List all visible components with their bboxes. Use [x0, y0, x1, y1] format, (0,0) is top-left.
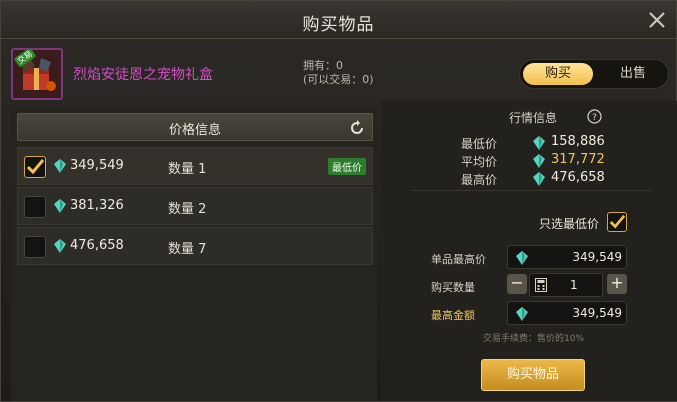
lowest-price-badge: 最低价: [328, 158, 366, 175]
max-unit-price-value: 349,549: [572, 250, 622, 264]
help-glyph: ?: [592, 113, 597, 123]
checkmark-icon: [26, 159, 45, 175]
min-price-value: 158,886: [551, 134, 605, 149]
max-price-value: 476,658: [551, 170, 605, 185]
gem-icon: [54, 159, 66, 173]
quantity-value: 1: [570, 278, 578, 292]
owned-info: 拥有：0 (可以交易：0): [303, 59, 374, 87]
checkmark-icon: [609, 214, 626, 229]
row-quantity: 数量 7: [168, 242, 207, 257]
row-price: 476,658: [70, 238, 124, 253]
gem-icon: [533, 136, 545, 150]
refresh-icon[interactable]: [348, 119, 366, 137]
row-checkbox[interactable]: [24, 156, 46, 178]
only-lowest-checkbox[interactable]: [607, 212, 627, 232]
max-unit-price-label: 单品最高价: [431, 253, 486, 266]
gem-icon: [533, 154, 545, 168]
price-info-panel: 价格信息 349,549 数量 1 最低价 381,326 数量 2 476,6…: [11, 107, 377, 401]
max-total-field: 349,549: [507, 301, 627, 325]
tradable-count: (可以交易：0): [303, 73, 374, 86]
fee-note: 交易手续费：售价的10%: [483, 334, 585, 344]
avg-price-label: 平均价: [461, 155, 498, 169]
gem-icon: [516, 307, 528, 321]
tab-sell[interactable]: 出售: [602, 63, 664, 85]
buy-item-button[interactable]: 购买物品: [481, 359, 585, 391]
close-icon[interactable]: [646, 9, 668, 31]
price-row[interactable]: 476,658 数量 7: [17, 227, 373, 265]
row-price: 349,549: [70, 158, 124, 173]
row-quantity: 数量 2: [168, 202, 207, 217]
buy-item-window: 购买物品 交易 烈焰安徒恩之宠物礼盒 拥有：0 (可以交易：0) 购买 出售 价…: [0, 0, 677, 402]
owned-count: 拥有：0: [303, 59, 343, 72]
divider: [411, 190, 651, 191]
title-bar: 购买物品: [1, 1, 676, 39]
row-checkbox[interactable]: [24, 236, 46, 258]
decrement-button[interactable]: −: [507, 274, 527, 294]
gem-icon: [54, 239, 66, 253]
quantity-input[interactable]: 1: [529, 273, 603, 297]
max-total-label: 最高金额: [431, 309, 475, 322]
purchase-panel: 行情信息 ? 最低价 158,886 平均价 317,772 最高价 476,6…: [381, 101, 677, 401]
row-quantity: 数量 1: [168, 162, 207, 177]
only-lowest-label: 只选最低价: [539, 217, 600, 231]
min-price-label: 最低价: [461, 137, 498, 151]
buy-sell-toggle: 购买 出售: [519, 59, 669, 89]
row-checkbox[interactable]: [24, 196, 46, 218]
max-price-label: 最高价: [461, 173, 498, 187]
item-name: 烈焰安徒恩之宠物礼盒: [73, 67, 213, 83]
window-title: 购买物品: [302, 15, 375, 35]
price-info-header: 价格信息: [17, 113, 373, 141]
gem-icon: [516, 251, 528, 265]
market-info-title: 行情信息: [509, 111, 558, 125]
increment-button[interactable]: +: [607, 274, 627, 294]
buy-quantity-label: 购买数量: [431, 281, 475, 294]
row-price: 381,326: [70, 198, 124, 213]
price-info-title: 价格信息: [168, 123, 221, 138]
price-row[interactable]: 381,326 数量 2: [17, 187, 373, 225]
price-row[interactable]: 349,549 数量 1 最低价: [17, 147, 373, 185]
avg-price-value: 317,772: [551, 152, 605, 167]
max-unit-price-field[interactable]: 349,549: [507, 245, 627, 269]
calculator-icon[interactable]: [535, 278, 547, 292]
max-total-value: 349,549: [572, 306, 622, 320]
gem-icon: [533, 172, 545, 186]
tab-buy[interactable]: 购买: [523, 63, 593, 85]
item-icon: 交易: [11, 48, 63, 100]
help-icon[interactable]: ?: [587, 109, 602, 124]
gem-icon: [54, 199, 66, 213]
